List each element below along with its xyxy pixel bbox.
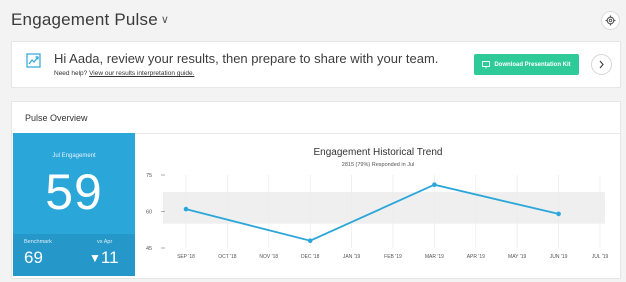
download-presentation-kit-button[interactable]: Download Presentation Kit xyxy=(474,54,579,75)
help-prefix: Need help? xyxy=(54,70,88,77)
welcome-banner: Hi Aada, review your results, then prepa… xyxy=(11,41,621,88)
down-triangle-icon: ▼ xyxy=(89,251,101,265)
y-tick-label: 60 xyxy=(146,210,152,216)
engagement-trend-chart: 45 60 75 SEP '18 OCT '18 NOV '18 DEC '18 JAN '1… xyxy=(146,173,609,260)
vs-label: vs Apr xyxy=(97,239,113,245)
x-tick-label: FEB '19 xyxy=(384,254,402,260)
next-button[interactable] xyxy=(591,54,612,75)
page-title-text: Engagement Pulse xyxy=(11,10,158,29)
data-point xyxy=(432,182,437,188)
kpi-score: 59 xyxy=(45,164,103,220)
gear-icon xyxy=(605,15,616,26)
panel-title: Pulse Overview xyxy=(25,113,88,123)
banner-message: Hi Aada, review your results, then prepa… xyxy=(54,51,439,66)
download-label: Download Presentation Kit xyxy=(494,61,571,68)
chevron-right-icon xyxy=(599,60,604,69)
x-tick-label: DEC '18 xyxy=(301,254,320,260)
engagement-kpi-card: Jul Engagement 59 Benchmark 69 vs Apr ▼1… xyxy=(13,133,135,276)
x-tick-label: JUL '19 xyxy=(592,254,609,260)
x-tick-label: NOV '18 xyxy=(259,254,278,260)
data-point xyxy=(556,211,561,217)
x-tick-label: JUN '19 xyxy=(550,254,568,260)
y-tick-label: 75 xyxy=(146,173,152,179)
benchmark-label: Benchmark xyxy=(24,239,52,245)
x-tick-label: SEP '18 xyxy=(177,254,195,260)
x-tick-label: JAN '19 xyxy=(343,254,361,260)
kpi-footer: Benchmark 69 vs Apr ▼11 xyxy=(13,234,135,276)
vs-value-number: 11 xyxy=(100,248,119,267)
x-tick-label: APR '19 xyxy=(467,254,485,260)
banner-help: Need help? View our results interpretati… xyxy=(54,70,194,77)
chart-title: Engagement Historical Trend xyxy=(313,147,443,158)
data-point xyxy=(183,206,189,212)
settings-button[interactable] xyxy=(601,11,620,30)
y-tick-label: 45 xyxy=(146,246,152,252)
page-header: Engagement Pulse ∨ xyxy=(0,0,626,38)
chevron-down-icon[interactable]: ∨ xyxy=(161,14,169,26)
present-icon xyxy=(482,60,491,68)
kpi-label: Jul Engagement xyxy=(52,153,96,159)
x-tick-label: OCT '18 xyxy=(218,254,237,260)
vs-value: ▼11 xyxy=(89,248,119,268)
benchmark-value: 69 xyxy=(24,248,43,267)
x-tick-label: MAY '19 xyxy=(508,254,526,260)
page-title[interactable]: Engagement Pulse ∨ xyxy=(11,10,169,30)
data-point xyxy=(307,238,313,243)
x-tick-label: MAR '19 xyxy=(425,254,444,260)
chart-growth-icon xyxy=(26,53,41,68)
interpretation-guide-link[interactable]: View our results interpretation guide. xyxy=(89,70,194,77)
